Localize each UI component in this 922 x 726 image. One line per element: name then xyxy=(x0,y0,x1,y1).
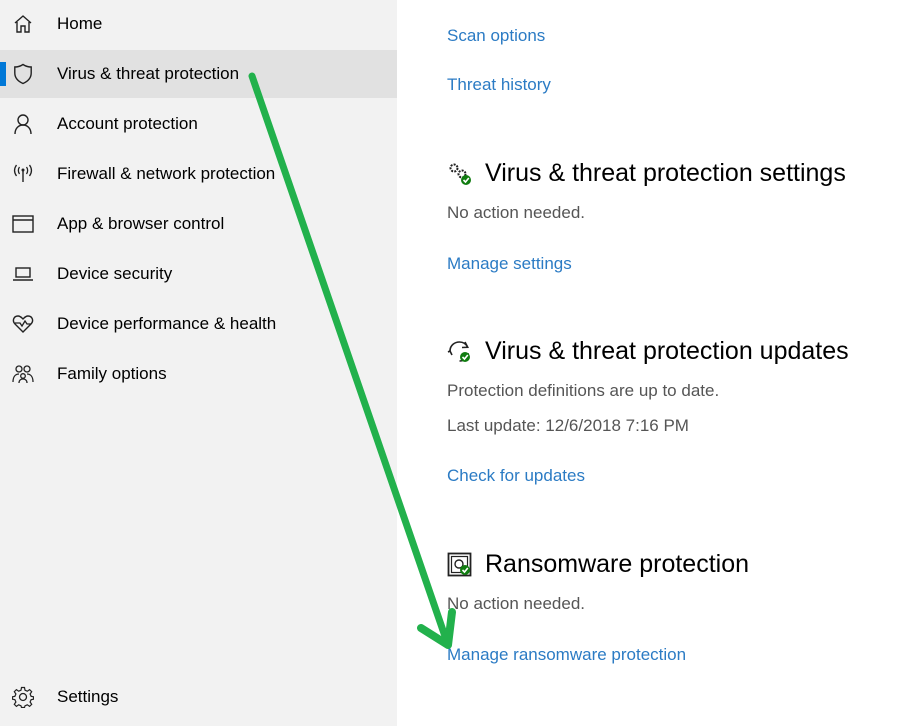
sidebar-item-account-protection[interactable]: Account protection xyxy=(0,100,397,148)
settings-section-title: Virus & threat protection settings xyxy=(447,159,846,188)
sidebar-item-app-browser-control[interactable]: App & browser control xyxy=(0,200,397,248)
ransomware-status-text: No action needed. xyxy=(447,594,585,613)
sidebar-item-virus-threat-protection[interactable]: Virus & threat protection xyxy=(0,50,397,98)
heart-pulse-icon xyxy=(11,312,35,336)
home-icon xyxy=(11,12,35,36)
shield-icon xyxy=(11,62,35,86)
laptop-icon xyxy=(11,262,35,286)
sidebar-item-label: Settings xyxy=(57,687,119,706)
sidebar-item-label: Home xyxy=(57,14,103,33)
sidebar-item-family-options[interactable]: Family options xyxy=(0,350,397,398)
last-update-text: Last update: 12/6/2018 7:16 PM xyxy=(447,416,689,435)
updates-section-title: Virus & threat protection updates xyxy=(447,337,849,366)
person-icon xyxy=(11,112,35,136)
wireless-antenna-icon xyxy=(11,162,35,186)
sidebar-item-label: Virus & threat protection xyxy=(57,64,240,83)
sidebar-item-label: Device performance & health xyxy=(57,314,277,333)
sidebar-item-label: App & browser control xyxy=(57,214,225,233)
sidebar-item-firewall-network-protection[interactable]: Firewall & network protection xyxy=(0,150,397,198)
sidebar-item-device-security[interactable]: Device security xyxy=(0,250,397,298)
gear-icon xyxy=(11,685,35,709)
section-heading: Ransomware protection xyxy=(485,550,750,578)
sidebar: Home Virus & threat protection Account p… xyxy=(0,0,397,726)
sidebar-item-device-performance-health[interactable]: Device performance & health xyxy=(0,300,397,348)
settings-status-text: No action needed. xyxy=(447,203,585,222)
browser-window-icon xyxy=(11,212,35,236)
updates-status-text: Protection definitions are up to date. xyxy=(447,381,720,400)
selected-indicator xyxy=(0,62,6,86)
ransomware-vault-icon xyxy=(447,552,473,578)
sidebar-item-label: Family options xyxy=(57,364,167,383)
manage-ransomware-protection-link[interactable]: Manage ransomware protection xyxy=(447,645,686,665)
threat-history-link[interactable]: Threat history xyxy=(447,75,551,95)
section-heading: Virus & threat protection updates xyxy=(485,337,849,365)
manage-settings-link[interactable]: Manage settings xyxy=(447,254,572,274)
sidebar-item-label: Firewall & network protection xyxy=(57,164,276,183)
check-for-updates-link[interactable]: Check for updates xyxy=(447,466,585,486)
ransomware-section-title: Ransomware protection xyxy=(447,550,749,579)
gears-check-icon xyxy=(447,161,473,187)
sidebar-item-settings[interactable]: Settings xyxy=(0,673,397,721)
main-content: Scan options Threat history Virus & thre… xyxy=(397,0,922,726)
family-icon xyxy=(11,362,35,386)
sidebar-item-label: Device security xyxy=(57,264,173,283)
refresh-check-icon xyxy=(447,339,473,365)
sidebar-item-home[interactable]: Home xyxy=(0,0,397,48)
scan-options-link[interactable]: Scan options xyxy=(447,26,545,46)
sidebar-item-label: Account protection xyxy=(57,114,198,133)
section-heading: Virus & threat protection settings xyxy=(485,159,846,187)
